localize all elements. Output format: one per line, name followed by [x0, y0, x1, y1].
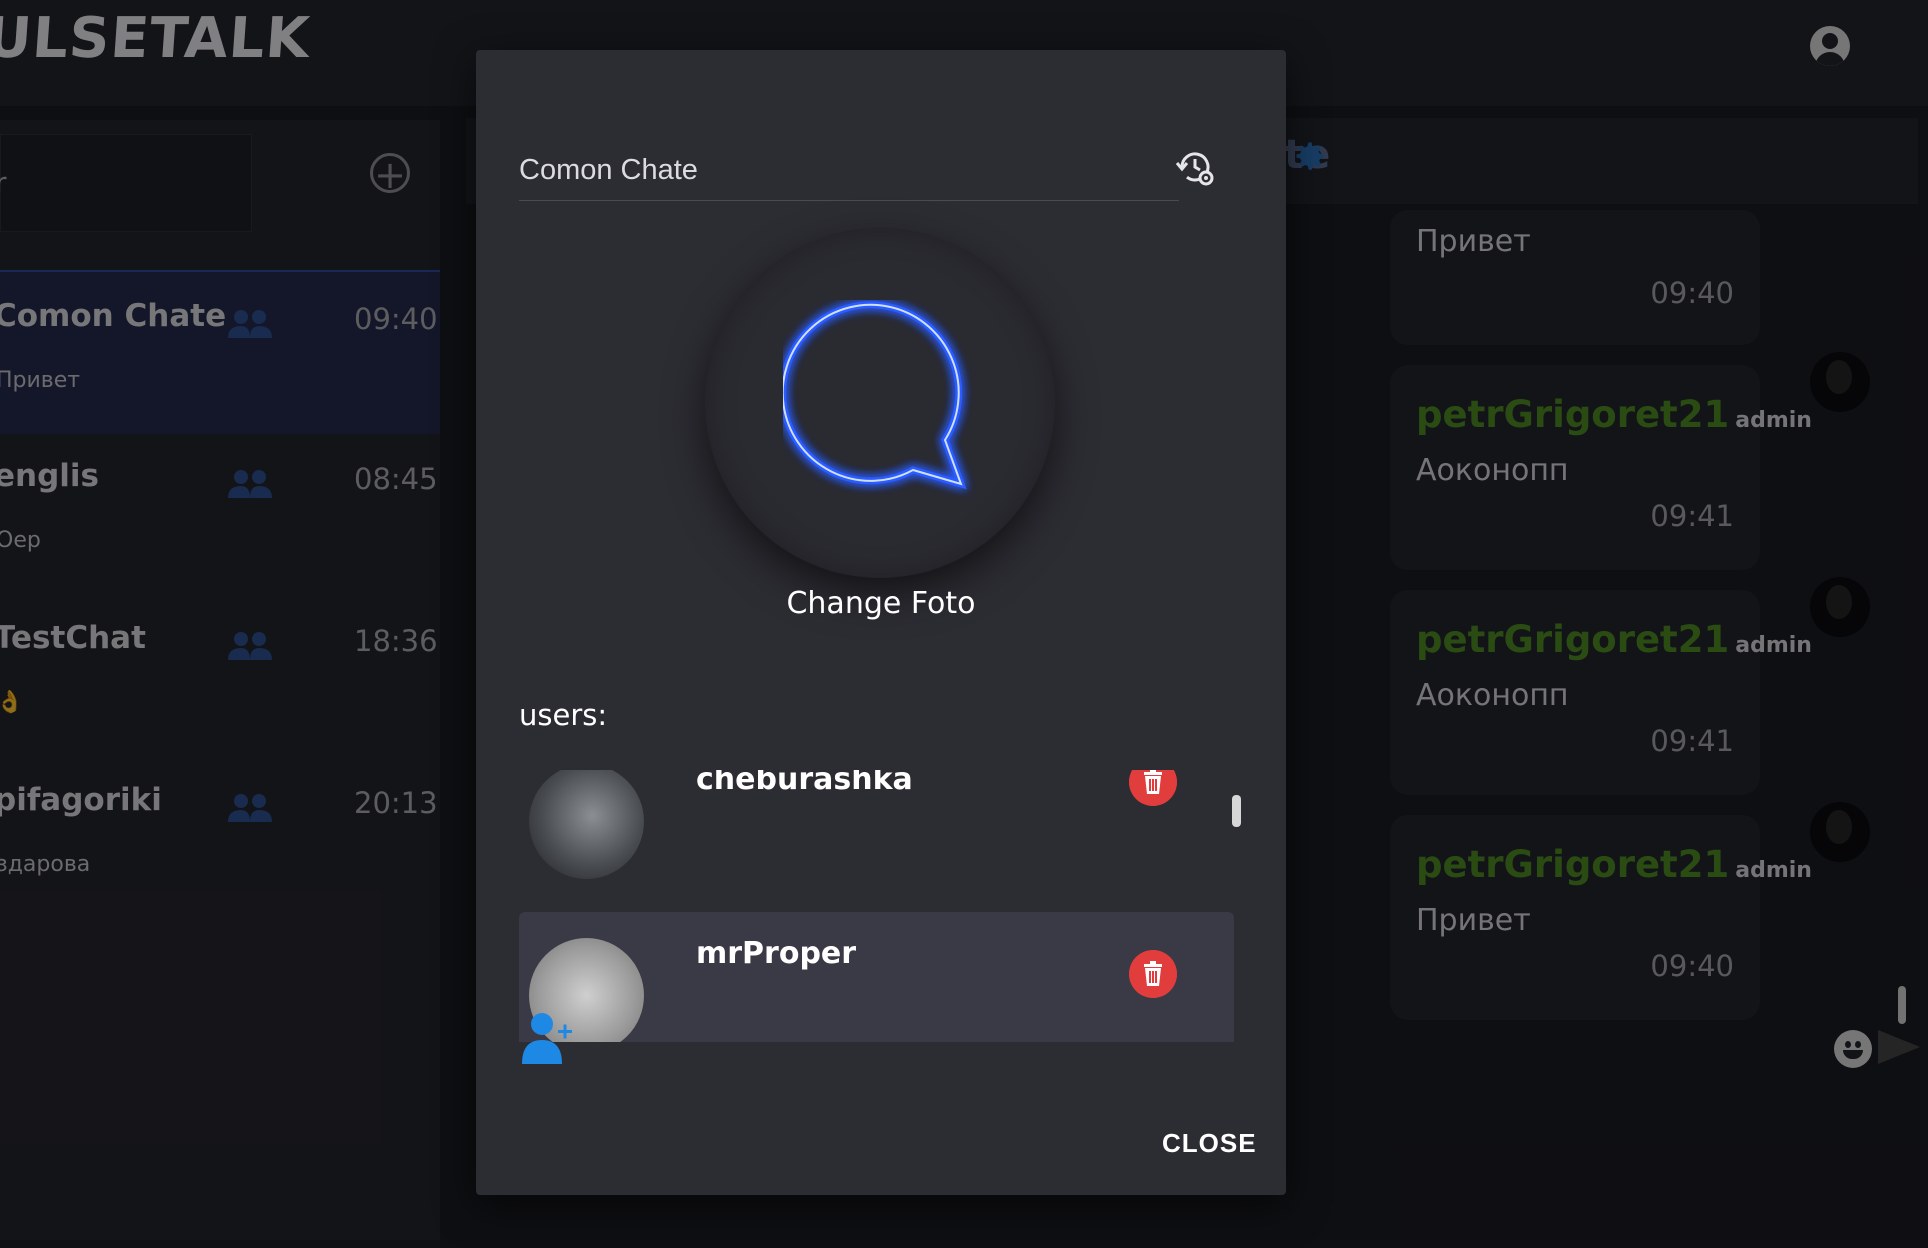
add-user-icon[interactable] — [520, 1010, 576, 1066]
users-list-scrollbar[interactable] — [1232, 795, 1241, 827]
user-name: mrProper — [696, 936, 857, 971]
chat-name-field[interactable]: Comon Chate — [519, 140, 1179, 201]
user-row[interactable]: cheburashka — [519, 770, 1234, 902]
user-row[interactable]: mrProper — [519, 912, 1234, 1042]
change-photo-button[interactable]: Change Foto — [476, 586, 1286, 621]
trash-icon[interactable] — [1129, 770, 1177, 806]
close-button[interactable]: CLOSE — [1162, 1128, 1257, 1159]
users-list[interactable]: cheburashka mrProper — [519, 770, 1234, 1042]
user-name: cheburashka — [696, 770, 913, 797]
user-avatar — [529, 770, 644, 879]
users-label: users: — [519, 698, 608, 732]
chat-bubble-icon — [783, 301, 967, 490]
trash-icon[interactable] — [1129, 950, 1177, 998]
chat-settings-dialog: Comon Chate Change Foto users: cheburash… — [476, 50, 1286, 1195]
restore-settings-icon[interactable] — [1174, 146, 1216, 188]
